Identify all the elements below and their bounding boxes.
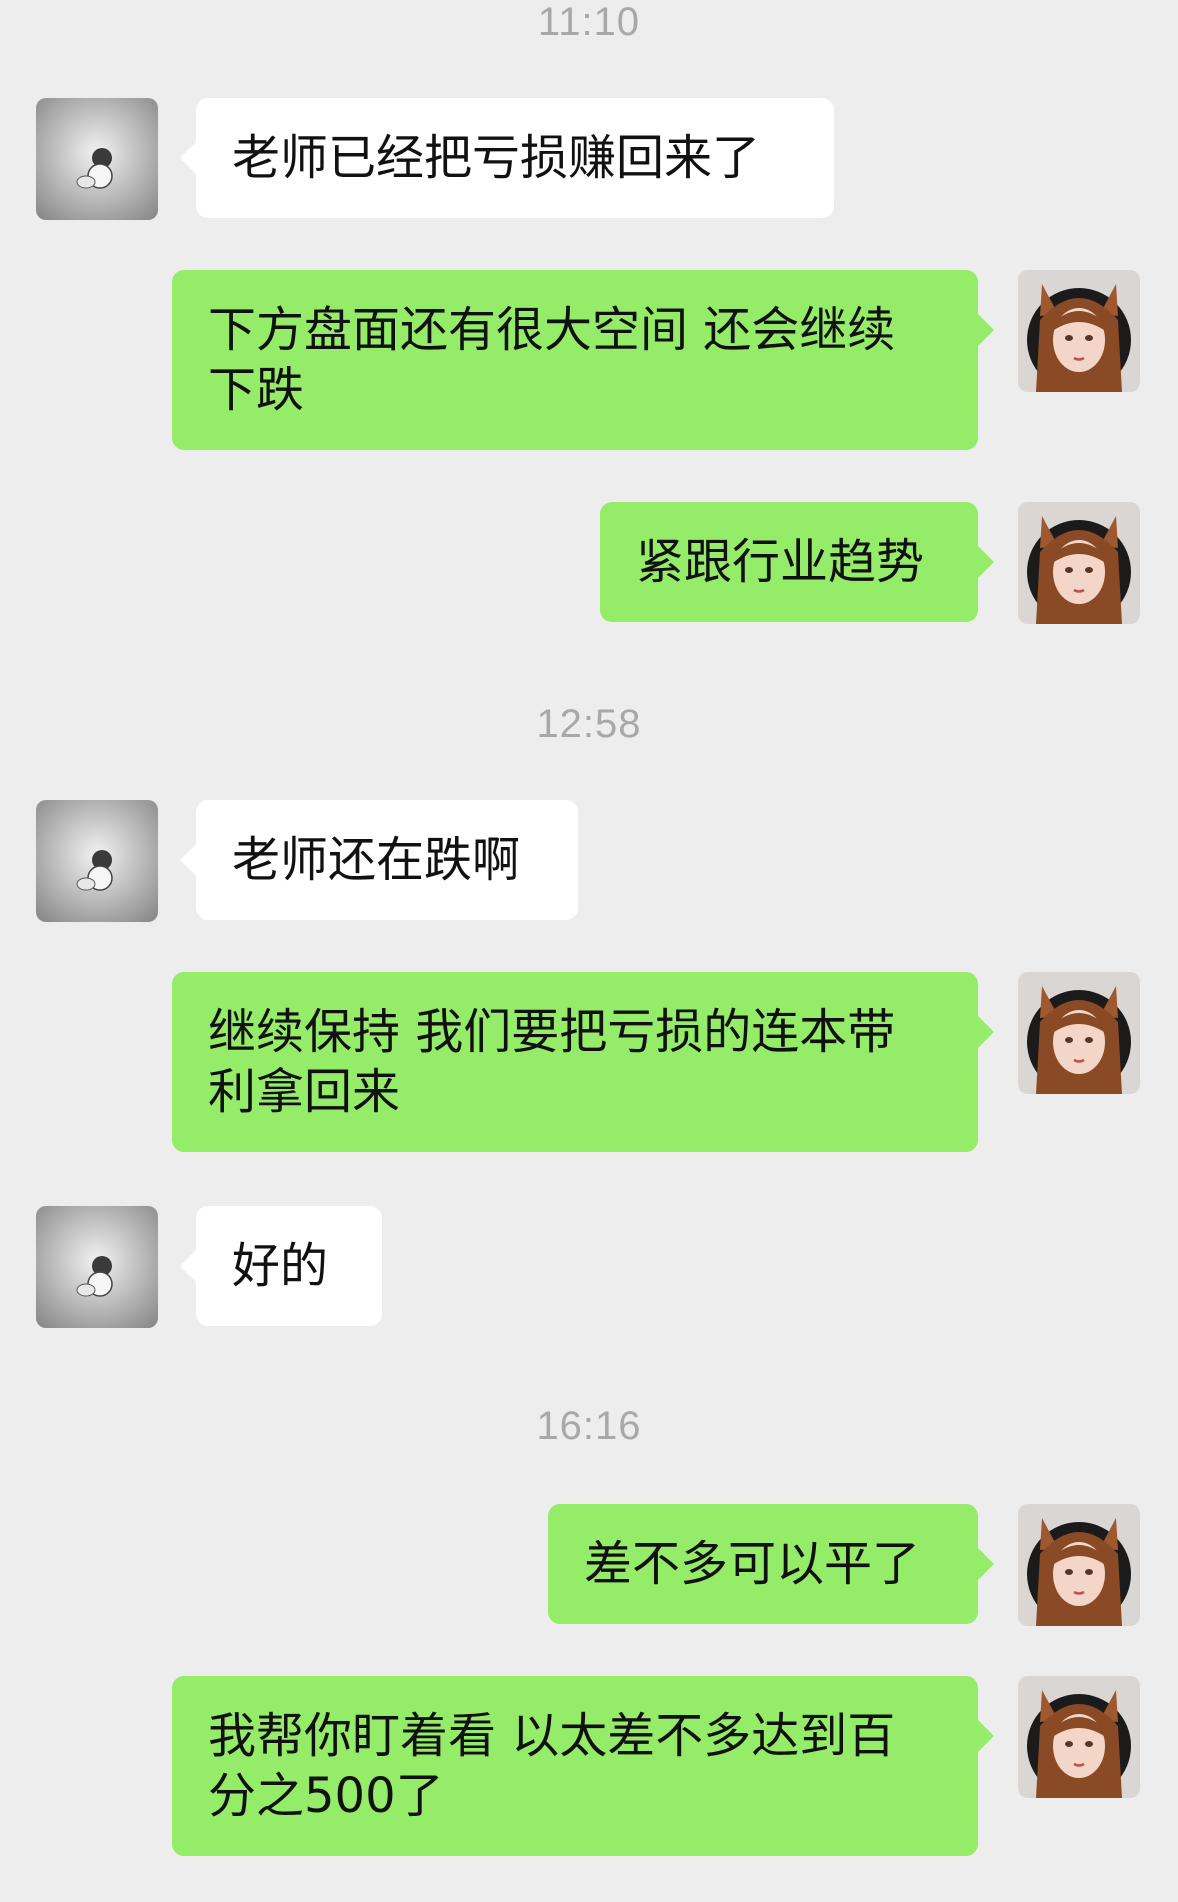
- chat-thread: 11:10 老师已经把亏损赚回来了 下方盘面还有很大空间 还会继续下跌 紧跟行业…: [0, 0, 1178, 1902]
- message-text: 老师已经把亏损赚回来了: [232, 130, 761, 186]
- bear-avatar-icon[interactable]: [36, 98, 158, 220]
- timestamp: 11:10: [537, 0, 641, 44]
- message-bubble-outgoing[interactable]: 紧跟行业趋势: [600, 502, 994, 622]
- message-text: 我帮你盯着看 以太差不多达到百分之500了: [208, 1708, 896, 1824]
- fox-girl-avatar-icon[interactable]: [1018, 1676, 1140, 1798]
- fox-girl-avatar-icon[interactable]: [1018, 1504, 1140, 1626]
- message-bubble-outgoing[interactable]: 我帮你盯着看 以太差不多达到百分之500了: [172, 1676, 994, 1856]
- message-text: 好的: [232, 1238, 329, 1294]
- message-bubble-incoming[interactable]: 好的: [180, 1206, 382, 1326]
- timestamp: 16:16: [536, 1404, 642, 1448]
- message-bubble-incoming[interactable]: 老师还在跌啊: [180, 800, 578, 920]
- fox-girl-avatar-icon[interactable]: [1018, 270, 1140, 392]
- message-text: 老师还在跌啊: [232, 832, 521, 888]
- fox-girl-avatar-icon[interactable]: [1018, 502, 1140, 624]
- message-text: 紧跟行业趋势: [636, 534, 925, 590]
- message-bubble-outgoing[interactable]: 下方盘面还有很大空间 还会继续下跌: [172, 270, 994, 450]
- bear-avatar-icon[interactable]: [36, 800, 158, 922]
- message-text: 继续保持 我们要把亏损的连本带利拿回来: [208, 1004, 896, 1120]
- message-bubble-outgoing[interactable]: 差不多可以平了: [548, 1504, 994, 1624]
- timestamp: 12:58: [536, 702, 642, 746]
- message-text: 差不多可以平了: [584, 1536, 921, 1592]
- message-text: 下方盘面还有很大空间 还会继续下跌: [208, 302, 896, 418]
- message-bubble-incoming[interactable]: 老师已经把亏损赚回来了: [180, 98, 834, 218]
- fox-girl-avatar-icon[interactable]: [1018, 972, 1140, 1094]
- message-bubble-outgoing[interactable]: 继续保持 我们要把亏损的连本带利拿回来: [172, 972, 994, 1152]
- bear-avatar-icon[interactable]: [36, 1206, 158, 1328]
